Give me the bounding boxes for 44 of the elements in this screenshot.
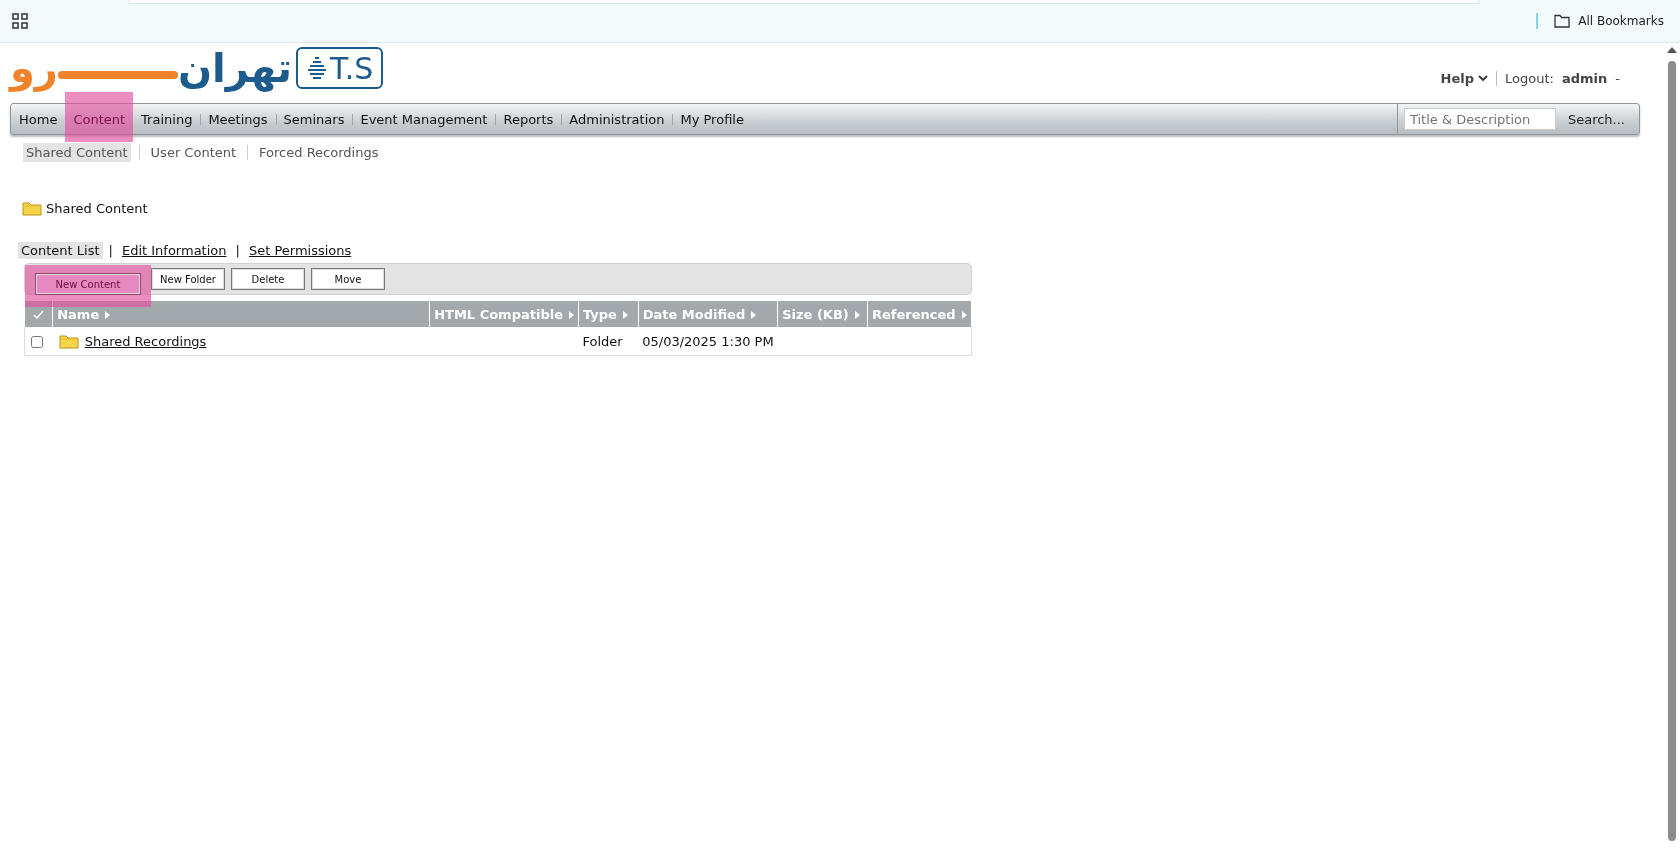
toolbar-button[interactable]: New Folder xyxy=(151,268,225,290)
apps-icon[interactable] xyxy=(12,13,28,29)
view-tab[interactable]: Content List xyxy=(18,242,103,259)
item-link[interactable]: Shared Recordings xyxy=(84,333,207,349)
nav-tab[interactable]: Home xyxy=(11,104,66,134)
sort-arrow-icon xyxy=(569,310,574,319)
search-field[interactable]: Title & Description xyxy=(1403,108,1556,130)
nav-tab[interactable]: Administration xyxy=(561,104,673,134)
toolbar-button[interactable]: Move xyxy=(311,268,385,290)
sort-arrow-icon xyxy=(961,310,967,319)
toolbar-button[interactable]: Delete xyxy=(231,268,305,290)
nav-tab[interactable]: Content xyxy=(65,104,134,134)
breadcrumb: Shared Content xyxy=(46,200,148,216)
table-cell: 05/03/2025 1:30 PM xyxy=(638,327,778,356)
user-name[interactable]: admin xyxy=(1561,71,1608,86)
row-checkbox[interactable] xyxy=(31,336,43,348)
folder-icon xyxy=(22,200,42,216)
nav-tab[interactable]: My Profile xyxy=(672,104,752,134)
sort-arrow-icon xyxy=(622,310,628,319)
sort-arrow-icon xyxy=(105,310,111,319)
sort-arrow-icon xyxy=(854,310,860,319)
folder-icon xyxy=(1554,14,1571,28)
subnav-tab[interactable]: Forced Recordings xyxy=(256,143,382,162)
logout-label: Logout: xyxy=(1505,71,1554,86)
search-button[interactable]: Search... xyxy=(1563,111,1629,127)
table-cell: Folder xyxy=(578,327,639,356)
bookmarks-link[interactable]: All Bookmarks xyxy=(1578,14,1664,28)
subnav-tab[interactable]: User Content xyxy=(147,143,240,162)
select-all-icon[interactable] xyxy=(32,309,44,319)
subnav-tab[interactable]: Shared Content xyxy=(23,143,131,162)
chevron-down-icon xyxy=(1478,75,1489,82)
view-tab[interactable]: Set Permissions xyxy=(245,242,355,259)
nav-tab[interactable]: Meetings xyxy=(200,104,276,134)
separator: | xyxy=(108,243,113,258)
nav-tab[interactable]: Training xyxy=(133,104,201,134)
nav-tab[interactable]: Reports xyxy=(495,104,562,134)
toolbar-button[interactable]: New Content xyxy=(35,273,141,295)
separator: | xyxy=(235,243,240,258)
nav-tab[interactable]: Event Management xyxy=(352,104,496,134)
nav-tab[interactable]: Seminars xyxy=(275,104,353,134)
help-menu[interactable]: Help xyxy=(1440,71,1498,86)
sort-arrow-icon xyxy=(751,310,757,319)
view-tab[interactable]: Edit Information xyxy=(118,242,230,259)
user-suffix: - xyxy=(1615,71,1620,86)
